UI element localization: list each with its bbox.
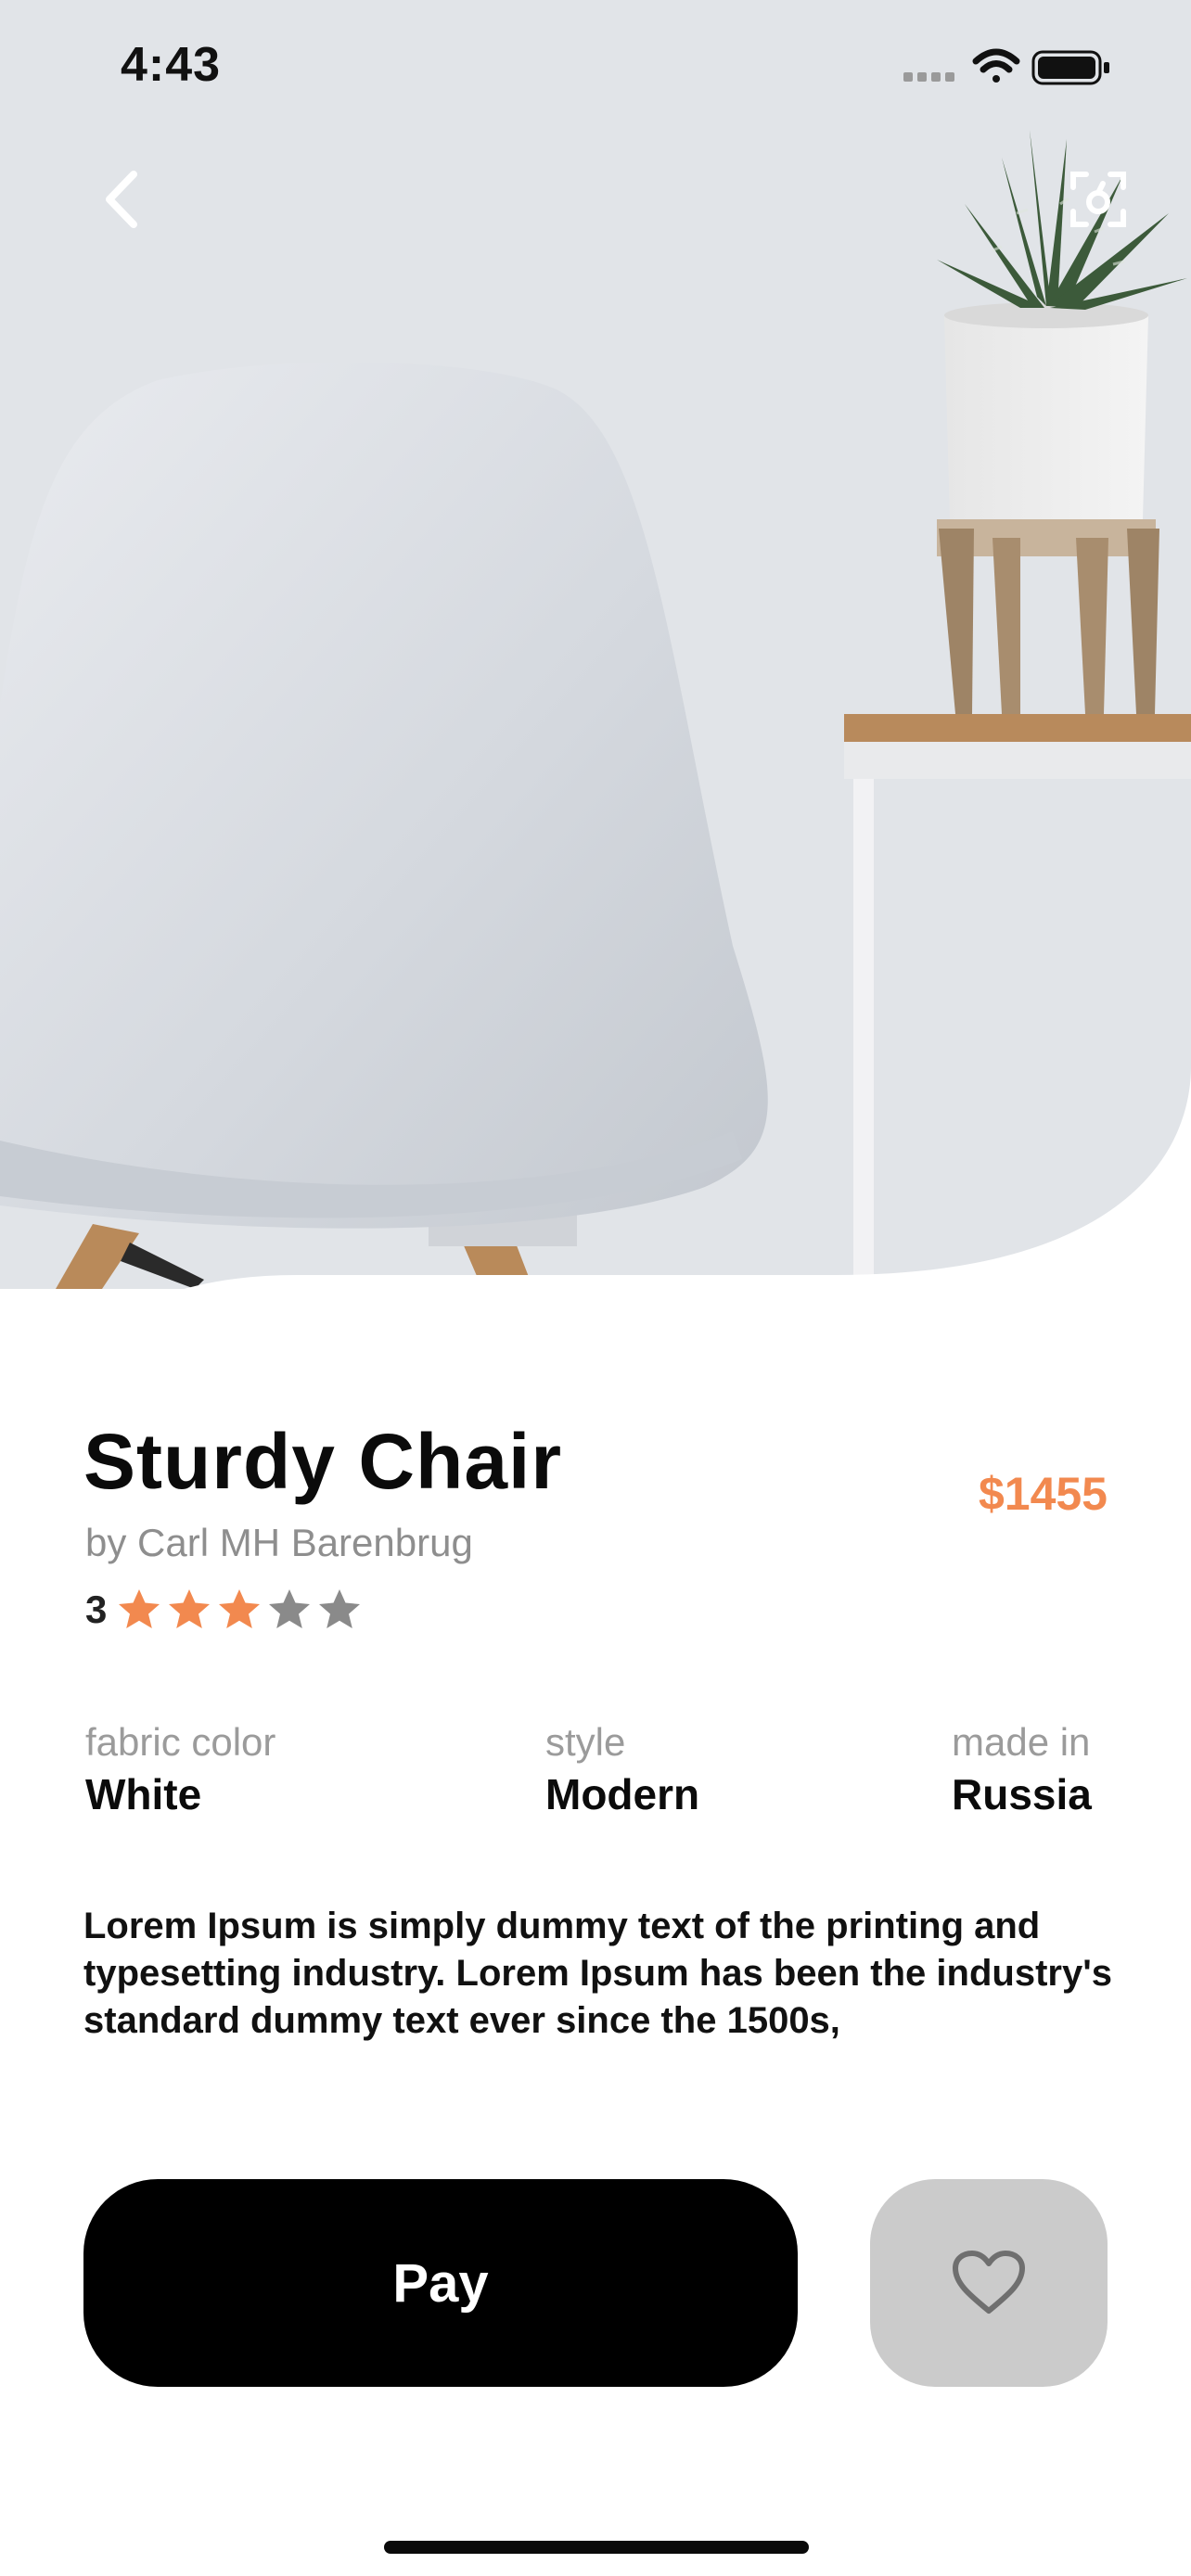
attribute-label: style bbox=[545, 1720, 626, 1764]
home-indicator bbox=[384, 2541, 809, 2554]
battery-icon bbox=[1031, 50, 1109, 85]
back-button[interactable] bbox=[80, 158, 163, 241]
pay-button[interactable]: Pay bbox=[83, 2179, 798, 2387]
ar-view-button[interactable] bbox=[1052, 158, 1145, 241]
attribute-value: White bbox=[85, 1770, 202, 1818]
product-price: $1455 bbox=[978, 1468, 1108, 1520]
star-filled-icon bbox=[119, 1589, 160, 1628]
star-empty-icon bbox=[319, 1589, 361, 1628]
product-rating: 3 bbox=[85, 1584, 366, 1636]
product-title: Sturdy Chair bbox=[83, 1418, 563, 1505]
star-filled-icon bbox=[219, 1589, 261, 1628]
status-bar: 4:43 bbox=[0, 0, 1191, 139]
rating-value: 3 bbox=[85, 1588, 108, 1631]
attribute-made-in: made in Russia bbox=[952, 1717, 1092, 1821]
status-time: 4:43 bbox=[121, 38, 222, 92]
ar-view-icon bbox=[1070, 172, 1126, 227]
heart-icon bbox=[953, 2251, 1025, 2314]
product-author: by Carl MH Barenbrug bbox=[85, 1521, 473, 1564]
rating-stars bbox=[116, 1587, 366, 1633]
star-empty-icon bbox=[269, 1589, 311, 1628]
attribute-value: Russia bbox=[952, 1770, 1092, 1818]
product-description: Lorem Ipsum is simply dummy text of the … bbox=[83, 1906, 1112, 2041]
product-detail-screen: 4:43 Sturdy Chair $1455 by Carl MH Baren… bbox=[0, 0, 1191, 2576]
status-icons bbox=[903, 48, 1109, 85]
star-filled-icon bbox=[169, 1589, 211, 1628]
attribute-value: Modern bbox=[545, 1770, 700, 1818]
signal-icon bbox=[903, 72, 954, 82]
attribute-fabric-color: fabric color White bbox=[85, 1717, 275, 1821]
attribute-label: fabric color bbox=[85, 1720, 276, 1764]
chevron-left-icon bbox=[106, 171, 137, 228]
attribute-style: style Modern bbox=[545, 1717, 699, 1821]
wifi-icon bbox=[972, 48, 1020, 83]
attribute-label: made in bbox=[952, 1720, 1091, 1764]
favorite-button[interactable] bbox=[870, 2179, 1108, 2387]
